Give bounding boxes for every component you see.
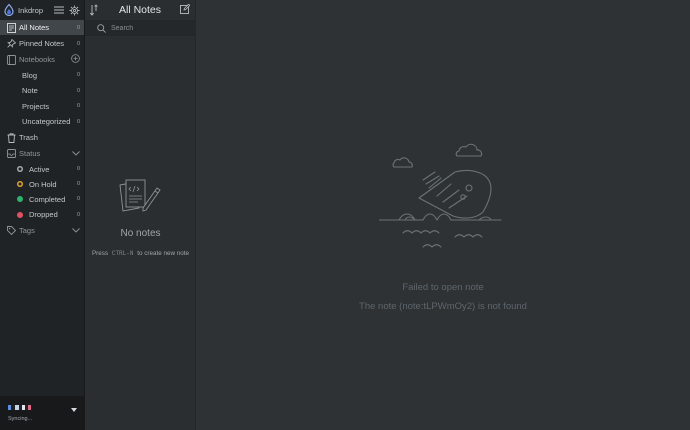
sidebar-item-trash[interactable]: Trash xyxy=(0,130,84,145)
gear-icon[interactable] xyxy=(68,4,80,16)
sidebar-item-label: On Hold xyxy=(29,179,57,189)
note-list-title: All Notes xyxy=(118,4,161,16)
note-count: 0 xyxy=(76,103,80,110)
sidebar-item-label: Completed xyxy=(29,194,66,204)
sidebar-item-label: All Notes xyxy=(19,23,50,32)
menu-icon[interactable] xyxy=(53,4,65,16)
empty-notes-title: No notes xyxy=(120,228,161,239)
sidebar-item-status[interactable]: Status xyxy=(0,146,84,161)
trash-icon xyxy=(6,132,16,143)
sidebar-item-label: Uncategorized xyxy=(22,117,71,127)
note-count: 0 xyxy=(76,24,80,31)
note-list-pane: All Notes No notes Press CTRL-N to creat… xyxy=(85,0,196,430)
chevron-down-icon[interactable] xyxy=(72,226,80,235)
note-count: 0 xyxy=(76,72,80,79)
empty-notes-hint: Press CTRL-N to create new note xyxy=(85,250,196,257)
sidebar-item-status-dropped[interactable]: Dropped 0 xyxy=(0,208,84,222)
tag-icon xyxy=(6,225,16,235)
sidebar-item-label: Tags xyxy=(19,225,35,235)
notebook-icon xyxy=(6,54,16,65)
status-dropped-icon xyxy=(17,211,23,218)
sidebar-item-notebook-uncategorized[interactable]: Uncategorized 0 xyxy=(0,115,84,130)
caret-down-icon[interactable] xyxy=(71,405,77,414)
status-completed-icon xyxy=(17,196,23,203)
sidebar-item-notebook-projects[interactable]: Projects 0 xyxy=(0,99,84,114)
search-icon xyxy=(97,23,106,33)
sidebar-item-label: Status xyxy=(19,149,41,158)
search-input[interactable] xyxy=(111,24,191,32)
notes-icon xyxy=(6,22,16,33)
sidebar-item-label: Projects xyxy=(22,101,50,111)
sidebar-item-label: Trash xyxy=(19,133,38,142)
sidebar-item-label: Note xyxy=(22,86,38,96)
app-name: Inkdrop xyxy=(18,5,44,15)
error-message: The note (note:tLPWmOy2) is not found xyxy=(359,301,527,312)
sidebar-item-label: Blog xyxy=(22,70,38,80)
search-bar[interactable] xyxy=(85,20,195,36)
empty-notes-illustration xyxy=(117,178,163,216)
sidebar-item-label: Pinned Notes xyxy=(19,39,65,48)
sidebar-item-label: Dropped xyxy=(29,210,58,220)
sidebar-item-status-active[interactable]: Active 0 xyxy=(0,162,84,176)
note-count: 0 xyxy=(76,166,80,173)
sidebar-item-all-notes[interactable]: All Notes 0 xyxy=(0,20,84,35)
sidebar-item-pinned-notes[interactable]: Pinned Notes 0 xyxy=(0,36,84,51)
pin-icon xyxy=(6,39,16,49)
keyboard-shortcut: CTRL-N xyxy=(111,250,134,257)
hint-suffix: to create new note xyxy=(137,250,190,257)
sidebar-item-notebook-note[interactable]: Note 0 xyxy=(0,84,84,99)
editor-pane: Failed to open note The note (note:tLPWm… xyxy=(196,0,690,430)
sidebar-item-status-completed[interactable]: Completed 0 xyxy=(0,192,84,206)
note-list-header: All Notes xyxy=(85,0,195,20)
sync-status-bar[interactable]: Syncing... xyxy=(0,396,85,430)
sinking-ship-illustration xyxy=(378,140,509,254)
add-notebook-icon[interactable] xyxy=(71,54,80,65)
sidebar-item-status-on-hold[interactable]: On Hold 0 xyxy=(0,177,84,191)
sidebar: Inkdrop All Notes 0 Pinned Notes 0 Noteb xyxy=(0,0,85,430)
status-icon xyxy=(6,149,16,159)
hint-prefix: Press xyxy=(91,250,109,257)
sidebar-item-notebook-blog[interactable]: Blog 0 xyxy=(0,68,84,83)
inkdrop-logo-icon xyxy=(4,3,14,17)
note-count: 0 xyxy=(76,196,80,203)
chevron-down-icon[interactable] xyxy=(72,149,80,158)
status-active-icon xyxy=(17,166,23,173)
note-count: 0 xyxy=(76,87,80,94)
note-count: 0 xyxy=(76,211,80,218)
new-note-icon[interactable] xyxy=(180,3,191,16)
note-count: 0 xyxy=(76,40,80,47)
sidebar-header: Inkdrop xyxy=(0,0,84,20)
error-title: Failed to open note xyxy=(402,282,484,293)
sidebar-item-label: Notebooks xyxy=(19,55,55,64)
sidebar-item-tags[interactable]: Tags xyxy=(0,223,84,238)
account-avatar xyxy=(8,405,31,410)
sidebar-item-notebooks[interactable]: Notebooks xyxy=(0,52,84,67)
note-count: 0 xyxy=(76,118,80,125)
status-on-hold-icon xyxy=(17,181,23,188)
sync-status-text: Syncing... xyxy=(8,416,33,422)
sidebar-item-label: Active xyxy=(29,164,50,174)
note-count: 0 xyxy=(76,181,80,188)
